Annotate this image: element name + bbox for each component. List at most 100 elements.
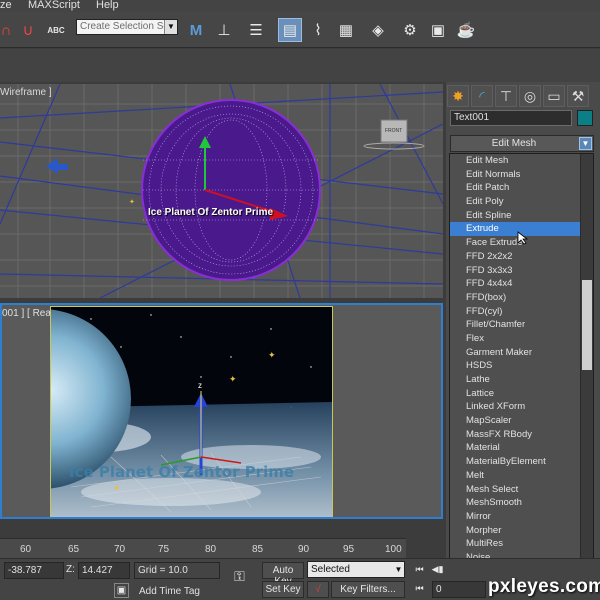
create-icon[interactable]: ✸ [447, 85, 469, 107]
object-color-swatch[interactable] [577, 110, 593, 126]
modifier-list-dropdown[interactable]: Edit Mesh ▼ [450, 135, 594, 152]
modifier-list-item[interactable]: MapScaler [450, 414, 580, 428]
planet-title-wireframe[interactable]: Ice Planet Of Zentor Prime [148, 207, 273, 218]
set-key-button[interactable]: Set Key [262, 581, 304, 598]
key-mode-dropdown[interactable]: Selected ▼ [307, 561, 405, 578]
timeline-tick: 100 [385, 544, 402, 555]
z-coordinate-field[interactable]: 14.427 [78, 562, 130, 579]
timeline-tick: 90 [298, 544, 310, 555]
modifier-list-item[interactable]: FFD(box) [450, 291, 580, 305]
modifier-list-item[interactable]: FFD 3x3x3 [450, 264, 580, 278]
layers-icon[interactable]: ☰ [244, 18, 268, 42]
svg-text:✦: ✦ [268, 351, 276, 361]
modifier-list-item[interactable]: HSDS [450, 359, 580, 373]
z-coordinate-label: Z: [66, 564, 75, 575]
svg-text:✦: ✦ [129, 198, 135, 206]
mouse-cursor-icon [517, 231, 529, 245]
key-mode-toggle-icon[interactable]: ⏮ [412, 581, 427, 596]
modifier-list-item[interactable]: Flex [450, 332, 580, 346]
time-tag-lock-icon[interactable]: ▣ [114, 583, 129, 598]
modifier-list-item[interactable]: FFD(cyl) [450, 305, 580, 319]
schematic-view-icon[interactable]: ▦ [334, 18, 358, 42]
modifier-dropdown-list[interactable]: Edit Mesh Edit Normals Edit Patch Edit Poly… [449, 153, 594, 567]
modifier-list-item[interactable]: Edit Poly [450, 195, 580, 209]
viewcube-front-label[interactable]: FRONT [385, 128, 402, 134]
modifier-list-item[interactable]: Mirror [450, 510, 580, 524]
key-filters-button[interactable]: Key Filters... [331, 581, 405, 598]
curve-editor-icon[interactable]: ⌇ [306, 18, 330, 42]
timeline-tick: 85 [252, 544, 264, 555]
svg-text:Ice Planet Of Zentor Prime: Ice Planet Of Zentor Prime [69, 463, 294, 481]
display-icon[interactable]: ▭ [543, 85, 565, 107]
render-icon[interactable]: ☕ [454, 18, 478, 42]
watermark-text: pxleyes.com [488, 576, 600, 597]
auto-key-button[interactable]: Auto Key [262, 562, 304, 587]
motion-icon[interactable]: ◎ [519, 85, 541, 107]
current-frame-field[interactable]: 0 [432, 581, 486, 598]
modifier-list-item[interactable]: Garment Maker [450, 346, 580, 360]
chevron-down-icon: ▼ [164, 20, 177, 34]
viewport-top-label[interactable]: Wireframe ] [0, 87, 52, 98]
timeline-tick: 60 [20, 544, 32, 555]
menu-item-help[interactable]: Help [96, 0, 119, 11]
add-time-tag-button[interactable]: Add Time Tag [139, 586, 200, 597]
modifier-list-item[interactable]: Lathe [450, 373, 580, 387]
modifier-list-item[interactable]: Linked XForm [450, 400, 580, 414]
rendered-frame-icon[interactable]: ▣ [426, 18, 450, 42]
object-name-field[interactable]: Text001 [450, 110, 572, 126]
go-to-start-icon[interactable]: ⏮ [412, 562, 427, 577]
modifier-list-item[interactable]: Lattice [450, 387, 580, 401]
hierarchy-icon[interactable]: ⊤ [495, 85, 517, 107]
svg-text:✦: ✦ [229, 375, 237, 385]
grid-size-display: Grid = 10.0 [134, 562, 220, 579]
render-setup-icon[interactable]: ⚙ [398, 18, 422, 42]
menu-bar: ze MAXScript Help [0, 0, 600, 12]
scrollbar-thumb[interactable] [582, 280, 592, 370]
modifier-list-item[interactable]: Mesh Select [450, 483, 580, 497]
modifier-list-item[interactable]: Face Extrude [450, 236, 580, 250]
modifier-list-item[interactable]: Fillet/Chamfer [450, 318, 580, 332]
modifier-list-item[interactable]: Edit Patch [450, 181, 580, 195]
key-icon[interactable]: ⚿ [232, 568, 247, 584]
selection-set-text: Create Selection Se [80, 21, 169, 32]
chevron-down-icon: ▼ [394, 565, 403, 574]
timeline-tick: 65 [68, 544, 80, 555]
graph-editors-icon[interactable]: ▤ [278, 18, 302, 42]
abc-icon[interactable]: ABC [44, 18, 68, 42]
u-magnet-icon[interactable]: ∪ [16, 18, 40, 42]
align-icon[interactable]: ⊥ [212, 18, 236, 42]
timeline-tick: 80 [205, 544, 217, 555]
modifier-list-item[interactable]: Melt [450, 469, 580, 483]
key-filter-curve-icon[interactable]: √ [307, 581, 329, 598]
modifier-list-value: Edit Mesh [491, 138, 537, 149]
timeline-ruler[interactable]: 60 65 70 75 80 85 90 95 100 [0, 538, 406, 558]
selection-set-dropdown[interactable]: Create Selection Se ▼ [76, 19, 178, 35]
modifier-list-item[interactable]: MassFX RBody [450, 428, 580, 442]
modifier-list-item[interactable]: Extrude [450, 222, 580, 237]
modifier-list-item[interactable]: Edit Spline [450, 209, 580, 223]
modifier-list-item[interactable]: FFD 4x4x4 [450, 277, 580, 291]
mirror-icon[interactable]: M [184, 18, 208, 42]
modifier-list-item[interactable]: FFD 2x2x2 [450, 250, 580, 264]
modifier-list-item[interactable]: Edit Mesh [450, 154, 580, 168]
previous-frame-icon[interactable]: ◀▮ [430, 562, 445, 577]
viewport-perspective[interactable]: 001 ] [ Realistic ] Ice Planet Of Zentor… [0, 303, 443, 519]
svg-text:✦: ✦ [113, 484, 121, 494]
y-coordinate-field[interactable]: -38.787 [4, 562, 64, 579]
modify-icon[interactable]: ◜ [471, 85, 493, 107]
chevron-down-icon: ▼ [579, 137, 592, 150]
menu-item-ze[interactable]: ze [0, 0, 12, 11]
modifier-list-scrollbar[interactable] [580, 154, 593, 566]
material-editor-icon[interactable]: ◈ [366, 18, 390, 42]
viewport-top[interactable]: ✦ Wireframe ] FRONT Ice Planet Of Zentor… [0, 84, 443, 298]
timeline-tick: 70 [114, 544, 126, 555]
utilities-icon[interactable]: ⚒ [567, 85, 589, 107]
modifier-list-item[interactable]: MaterialByElement [450, 455, 580, 469]
modifier-list-item[interactable]: Edit Normals [450, 168, 580, 182]
render-preview: Ice Planet Of Zentor Prime ✦ ✦ ✦ z [50, 306, 333, 517]
menu-item-maxscript[interactable]: MAXScript [28, 0, 80, 11]
modifier-list-item[interactable]: Morpher [450, 524, 580, 538]
modifier-list-item[interactable]: MeshSmooth [450, 496, 580, 510]
modifier-list-item[interactable]: MultiRes [450, 537, 580, 551]
modifier-list-item[interactable]: Material [450, 441, 580, 455]
